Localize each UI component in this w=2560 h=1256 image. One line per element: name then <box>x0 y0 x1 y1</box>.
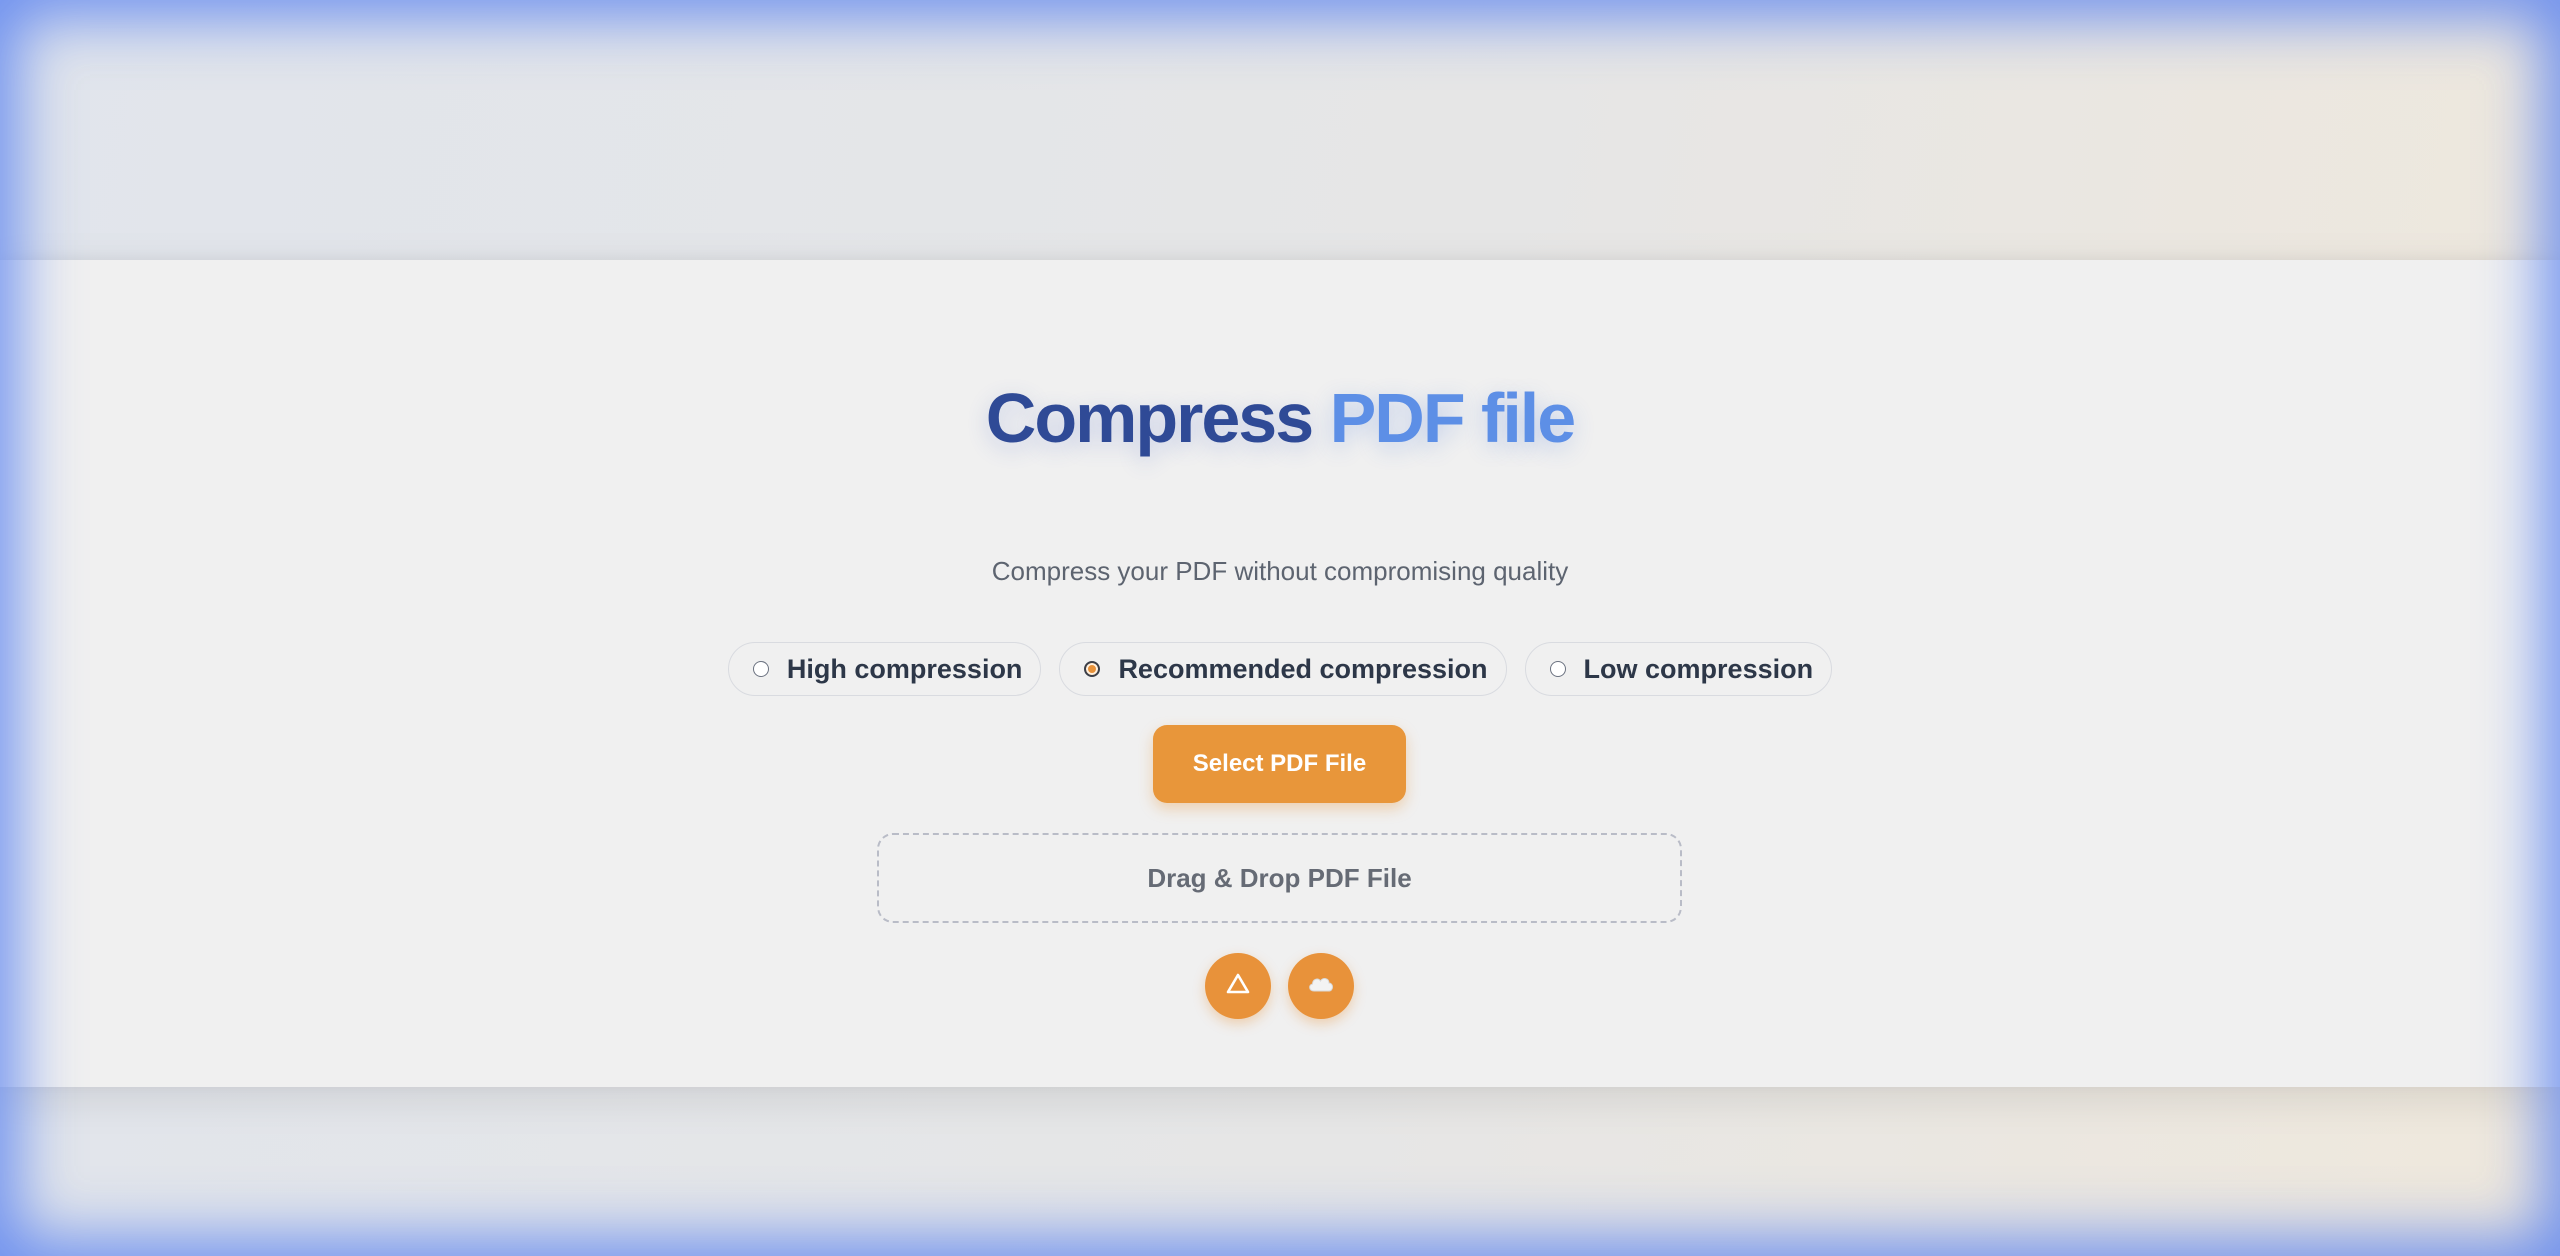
low-compression-radio[interactable] <box>1549 661 1566 677</box>
select-pdf-button[interactable]: Select PDF File <box>1153 725 1406 803</box>
page-title: Compress PDF file <box>0 378 2560 458</box>
recommended-compression-radio[interactable] <box>1084 661 1101 677</box>
option-recommended-compression[interactable]: Recommended compression <box>1059 642 1507 696</box>
option-low-compression[interactable]: Low compression <box>1524 642 1833 696</box>
cloud-storage-button[interactable] <box>1288 953 1354 1019</box>
title-part-2: PDF file <box>1329 379 1577 457</box>
drag-drop-zone[interactable]: Drag & Drop PDF File <box>877 833 1682 923</box>
dropzone-label: Drag & Drop PDF File <box>1147 862 1412 893</box>
main-panel: Compress PDF file Compress your PDF with… <box>0 260 2560 1087</box>
title-part-1: Compress <box>985 379 1314 457</box>
option-high-compression[interactable]: High compression <box>727 642 1042 696</box>
page-subtitle: Compress your PDF without compromising q… <box>991 556 1569 586</box>
option-label: Low compression <box>1583 653 1814 684</box>
cloud-icon <box>1306 974 1336 999</box>
compression-options: High compression Recommended compression… <box>0 642 2560 696</box>
option-label: Recommended compression <box>1118 653 1488 684</box>
google-drive-button[interactable] <box>1205 953 1271 1019</box>
google-drive-icon <box>1225 972 1251 1001</box>
option-label: High compression <box>786 653 1023 684</box>
high-compression-radio[interactable] <box>752 661 769 677</box>
